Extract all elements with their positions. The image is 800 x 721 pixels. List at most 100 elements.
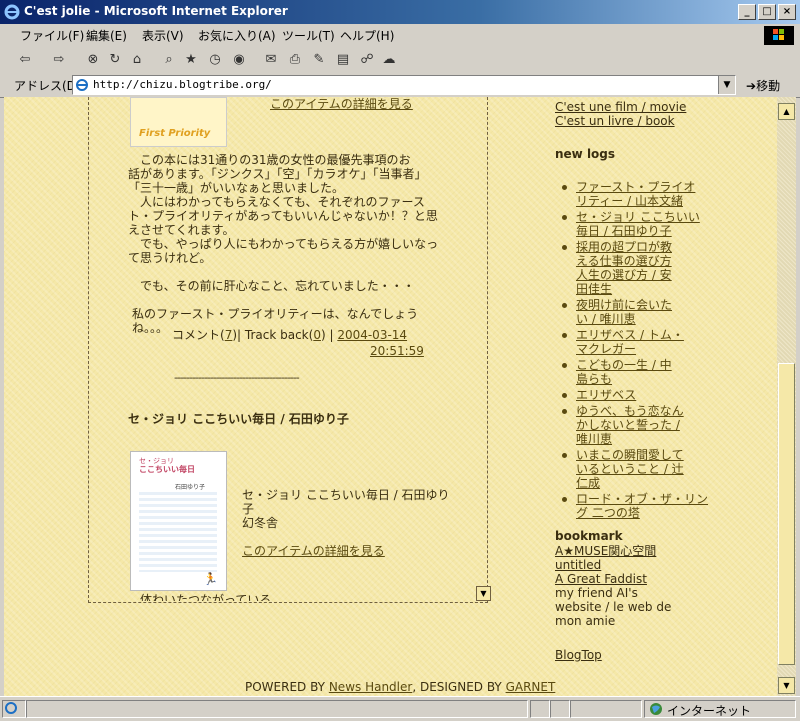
minimize-button[interactable]: _: [738, 4, 756, 20]
back-icon[interactable]: ⇦: [16, 50, 34, 68]
footer-designed: , DESIGNED BY: [412, 680, 506, 694]
discuss-icon[interactable]: ▤: [334, 50, 352, 68]
window-title: C'est jolie - Microsoft Internet Explore…: [24, 4, 288, 18]
book-cover-image: First Priority: [130, 97, 227, 147]
status-pane: [530, 700, 550, 718]
bookmark-heading: bookmark: [555, 529, 623, 543]
book-cover-image: セ・ジョリ ここちいい毎日 石田ゆり子 🏃: [130, 451, 227, 591]
post-meta: コメント(7)| Track back(0) | 2004-03-14: [172, 328, 408, 342]
friend-text: my friend AI's website / le web de mon a…: [555, 586, 672, 628]
new-log-item[interactable]: ファースト・プライオ リティー / 山本文緒: [562, 180, 716, 208]
scroll-down-icon[interactable]: ▼: [476, 586, 491, 601]
cover-author: 石田ゆり子: [175, 484, 206, 491]
zone-label: インターネット: [667, 704, 752, 718]
search-icon[interactable]: ⌕: [160, 50, 178, 68]
menu-favorites[interactable]: お気に入り(A): [198, 27, 276, 44]
page-footer: POWERED BY News Handler, DESIGNED BY GAR…: [245, 680, 555, 694]
book-publisher: 幻冬舎: [242, 516, 279, 530]
window-titlebar[interactable]: C'est jolie - Microsoft Internet Explore…: [0, 0, 800, 24]
post-title: セ・ジョリ ここちいい毎日 / 石田ゆり子: [128, 412, 349, 426]
menu-edit[interactable]: 編集(E): [86, 27, 127, 44]
book-cover-title: First Priority: [139, 128, 211, 139]
post-date-link[interactable]: 2004-03-14: [337, 328, 407, 342]
stop-icon[interactable]: ⊗: [84, 50, 102, 68]
address-label: アドレス(D): [14, 79, 81, 93]
scroll-thumb[interactable]: [778, 363, 795, 665]
book-info: セ・ジョリ ここちいい毎日 / 石田ゆり 子 幻冬舎 このアイテムの詳細を見る: [242, 488, 450, 558]
cover-figure-icon: 🏃: [203, 572, 218, 586]
post-line: て思うけれど。: [128, 251, 212, 265]
globe-icon: [650, 703, 662, 715]
messenger-icon[interactable]: ☍: [358, 50, 376, 68]
post-line: ト・プライオリティがあってもいいんじゃないか！？と思: [128, 209, 438, 223]
cover-title: ここちいい毎日: [139, 465, 195, 474]
comment-label: コメント: [172, 328, 221, 342]
post-time-link[interactable]: 20:51:59: [370, 344, 424, 358]
post-line: 話があります。「ジンクス」「空」「カラオケ」「当事者」: [128, 167, 427, 181]
post-line: この本には31通りの31歳の女性の最優先事項のお: [140, 153, 411, 167]
post-line: 人にはわかってもらえなくても、それぞれのファース: [140, 195, 425, 209]
history-icon[interactable]: ◷: [206, 50, 224, 68]
book-title-line: セ・ジョリ ここちいい毎日 / 石田ゆり: [242, 488, 450, 502]
print-icon[interactable]: ⎙: [286, 50, 304, 68]
forward-icon[interactable]: ⇨: [50, 50, 68, 68]
mail-icon[interactable]: ✉: [262, 50, 280, 68]
favorites-icon[interactable]: ★: [182, 50, 200, 68]
menu-view[interactable]: 表示(V): [142, 27, 184, 44]
address-dropdown-icon[interactable]: ▼: [718, 76, 735, 94]
maximize-button[interactable]: □: [758, 4, 776, 20]
menu-tools[interactable]: ツール(T): [282, 27, 335, 44]
status-bar: インターネット: [0, 696, 800, 721]
vertical-scrollbar[interactable]: ▲ ▼: [777, 97, 796, 696]
page-status-icon: [5, 702, 17, 714]
item-detail-link[interactable]: このアイテムの詳細を見る: [270, 97, 413, 111]
menu-help[interactable]: ヘルプ(H): [340, 27, 394, 44]
sidebar-link-film[interactable]: C'est une film / movie: [555, 100, 686, 114]
scroll-down-icon[interactable]: ▼: [778, 677, 795, 694]
new-log-item[interactable]: ロード・オブ・ザ・リング 二つの塔: [562, 492, 716, 520]
menu-file[interactable]: ファイル(F): [20, 27, 84, 44]
address-input[interactable]: http://chizu.blogtribe.org/ ▼: [72, 75, 736, 95]
windows-logo-icon: [764, 26, 794, 45]
media-icon[interactable]: ◉: [230, 50, 248, 68]
zone-pane: インターネット: [644, 700, 796, 718]
sidebar-link-book[interactable]: C'est un livre / book: [555, 114, 675, 128]
new-log-item[interactable]: 採用の超プロが教 える仕事の選び方 人生の選び方 / 安田佳生: [562, 240, 716, 296]
address-bar: アドレス(D) http://chizu.blogtribe.org/ ▼ ➔移…: [0, 72, 800, 98]
garnet-link[interactable]: GARNET: [506, 680, 556, 694]
post-line: でも、やっぱり人にもわかってもらえる方が嬉しいなっ: [140, 237, 439, 251]
new-log-item[interactable]: エリザベス / トム・ マクレガー: [562, 328, 716, 356]
new-logs-list: ファースト・プライオ リティー / 山本文緒 セ・ジョリ ここちいい 毎日 / 石田…: [562, 180, 716, 522]
home-icon[interactable]: ⌂: [128, 50, 146, 68]
new-log-item[interactable]: セ・ジョリ ここちいい 毎日 / 石田ゆり子: [562, 210, 716, 238]
blogtop-link[interactable]: BlogTop: [555, 648, 602, 662]
page-icon: [76, 79, 88, 91]
go-label: 移動: [756, 79, 781, 93]
news-handler-link[interactable]: News Handler: [329, 680, 413, 694]
bookmark-link[interactable]: A Great Faddist: [555, 572, 647, 586]
new-log-item[interactable]: 夜明け前に会いたい / 唯川恵: [562, 298, 716, 326]
new-log-item[interactable]: いまこの瞬間愛して いるということ / 辻仁成: [562, 448, 716, 490]
edit-icon[interactable]: ✎: [310, 50, 328, 68]
post-partial-text: 体わいたつながっている: [140, 593, 272, 601]
post-line: 「三十一歳」がいいなぁと思いました。: [128, 181, 345, 195]
standard-toolbar: ⇦ ⇨ ⊗ ↻ ⌂ ⌕ ★ ◷ ◉ ✉ ⎙ ✎ ▤ ☍ ☁: [0, 46, 800, 73]
related-icon[interactable]: ☁: [380, 50, 398, 68]
scroll-up-icon[interactable]: ▲: [778, 103, 795, 120]
close-button[interactable]: ×: [778, 4, 796, 20]
go-button[interactable]: ➔移動: [746, 77, 780, 94]
bookmark-link[interactable]: A★MUSE関心空間: [555, 544, 656, 558]
status-text-pane: [26, 700, 528, 718]
new-log-item[interactable]: ゆうべ、もう恋なん かしないと誓った / 唯川恵: [562, 404, 716, 446]
post-line: でも、その前に肝心なこと、忘れていました・・・: [140, 279, 415, 293]
bookmark-link[interactable]: untitled: [555, 558, 601, 572]
comment-count-link[interactable]: 7: [225, 328, 233, 342]
trackback-count-link[interactable]: 0: [313, 328, 321, 342]
refresh-icon[interactable]: ↻: [106, 50, 124, 68]
page-content: ▼ First Priority このアイテムの詳細を見る この本には31通りの…: [4, 97, 777, 696]
ie-logo-icon: [4, 4, 20, 20]
trackback-label: Track back: [244, 328, 309, 342]
new-log-item[interactable]: エリザベス: [562, 388, 716, 402]
new-log-item[interactable]: こどもの一生 / 中島らも: [562, 358, 716, 386]
item-detail-link[interactable]: このアイテムの詳細を見る: [242, 544, 385, 558]
